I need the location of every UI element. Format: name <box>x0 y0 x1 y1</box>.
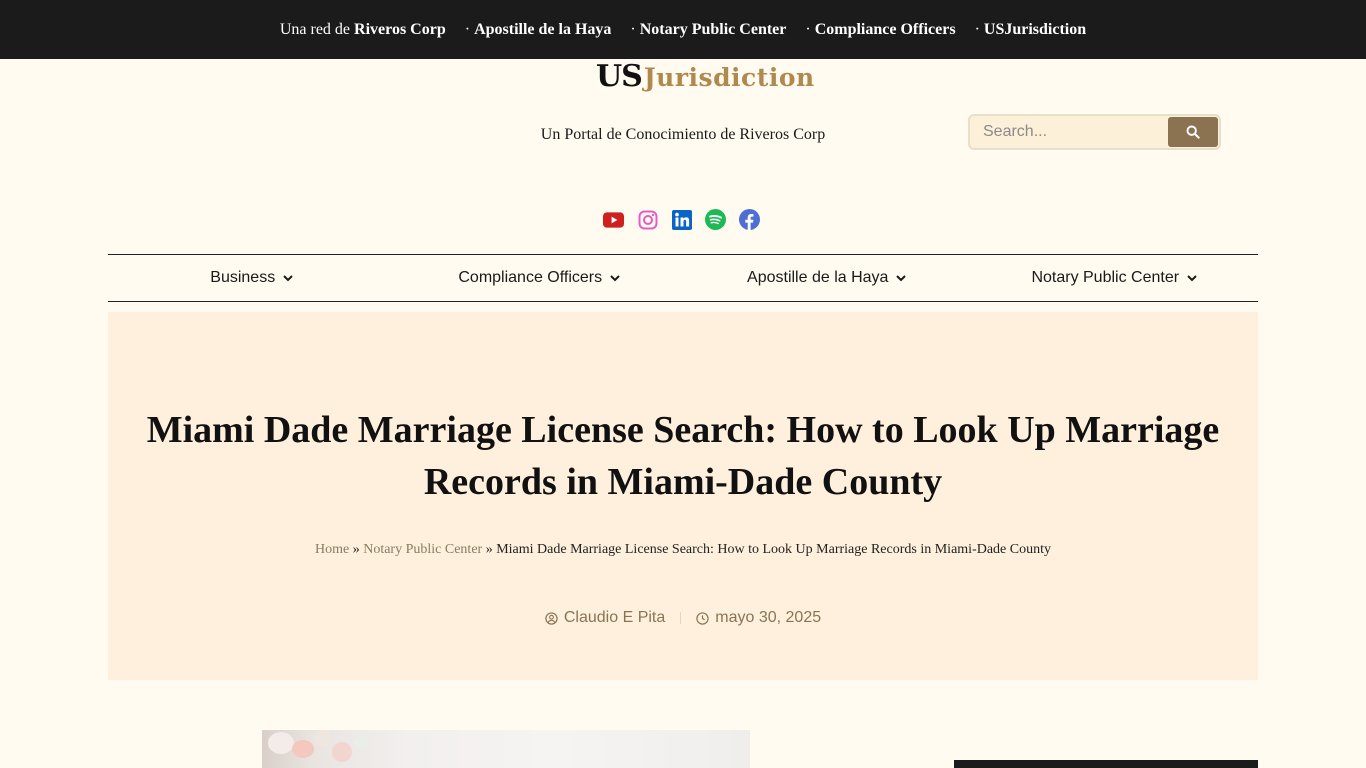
breadcrumb-separator: » <box>485 542 493 557</box>
article-header: Miami Dade Marriage License Search: How … <box>108 312 1258 680</box>
site-logo[interactable]: US Jurisdiction <box>596 60 815 94</box>
separator-dot: · <box>464 20 471 38</box>
post-date: mayo 30, 2025 <box>696 609 821 627</box>
breadcrumb-separator: » <box>352 542 360 557</box>
network-link-label: USJurisdiction <box>983 20 1087 38</box>
network-link-usjurisdiction[interactable]: · USJurisdiction <box>975 21 1087 39</box>
nav-item-apostille[interactable]: Apostille de la Haya <box>683 255 971 301</box>
linkedin-icon[interactable] <box>671 209 692 230</box>
flower-shape <box>354 736 368 748</box>
main-nav: Business Compliance Officers Apostille d… <box>108 254 1258 302</box>
nav-item-compliance-officers[interactable]: Compliance Officers <box>396 255 684 301</box>
nav-item-label: Compliance Officers <box>458 269 603 286</box>
nav-item-label: Notary Public Center <box>1031 269 1180 286</box>
nav-item-business[interactable]: Business <box>108 255 396 301</box>
logo-us: US <box>596 59 643 94</box>
post-meta: Claudio E Pita mayo 30, 2025 <box>108 609 1258 627</box>
chevron-down-icon <box>896 274 907 282</box>
network-link-notary[interactable]: · Notary Public Center <box>630 21 786 39</box>
clock-icon <box>696 611 709 625</box>
flower-shape <box>332 742 352 762</box>
breadcrumb: Home » Notary Public Center » Miami Dade… <box>108 542 1258 558</box>
separator-dot: · <box>974 20 980 38</box>
user-icon <box>545 611 558 625</box>
post-author-name: Claudio E Pita <box>563 609 666 626</box>
network-link-label: Apostille de la Haya <box>474 20 612 38</box>
chevron-down-icon <box>283 274 293 282</box>
featured-image <box>262 730 750 768</box>
separator-dot: · <box>630 20 636 38</box>
nav-item-notary-public-center[interactable]: Notary Public Center <box>971 255 1259 301</box>
search-form <box>968 114 1221 150</box>
nav-item-label: Business <box>210 269 276 286</box>
search-icon <box>1186 125 1200 139</box>
tagline-text: Un Portal de Conocimiento de Riveros Cor… <box>540 126 826 143</box>
search-button[interactable] <box>1168 117 1218 147</box>
network-brand-link[interactable]: Riveros Corp <box>354 21 446 38</box>
network-link-compliance[interactable]: · Compliance Officers <box>805 21 955 39</box>
network-lead: Una red de Riveros Corp <box>280 21 446 39</box>
sidebar-widget <box>954 760 1258 768</box>
instagram-icon[interactable] <box>637 209 658 230</box>
logo-jurisdiction: Jurisdiction <box>643 63 815 92</box>
network-lead-text: Una red de <box>279 20 351 38</box>
post-author[interactable]: Claudio E Pita <box>545 609 665 627</box>
facebook-icon[interactable] <box>739 209 760 230</box>
breadcrumb-category[interactable]: Notary Public Center <box>363 542 482 557</box>
flower-shape <box>292 740 314 758</box>
breadcrumb-home[interactable]: Home <box>315 542 349 557</box>
nav-item-label: Apostille de la Haya <box>747 269 889 286</box>
chevron-down-icon <box>610 274 620 282</box>
flower-shape <box>314 730 332 746</box>
network-link-label: Compliance Officers <box>814 20 956 38</box>
spotify-icon[interactable] <box>705 209 726 230</box>
breadcrumb-current: Miami Dade Marriage License Search: How … <box>496 542 1051 557</box>
meta-divider <box>680 612 682 624</box>
network-bar: Una red de Riveros Corp · Apostille de la … <box>0 0 1366 59</box>
social-links <box>603 209 760 230</box>
post-date-text: mayo 30, 2025 <box>715 609 822 626</box>
network-link-apostille[interactable]: · Apostille de la Haya <box>465 21 612 39</box>
separator-dot: · <box>805 20 811 38</box>
flower-shape <box>268 732 294 754</box>
page-title: Miami Dade Marriage License Search: How … <box>146 409 1220 503</box>
network-links: Una red de Riveros Corp · Apostille de la … <box>280 21 1086 39</box>
network-link-label: Notary Public Center <box>639 20 787 38</box>
chevron-down-icon <box>1187 274 1197 282</box>
youtube-icon[interactable] <box>603 209 624 230</box>
search-input[interactable] <box>970 116 1168 148</box>
